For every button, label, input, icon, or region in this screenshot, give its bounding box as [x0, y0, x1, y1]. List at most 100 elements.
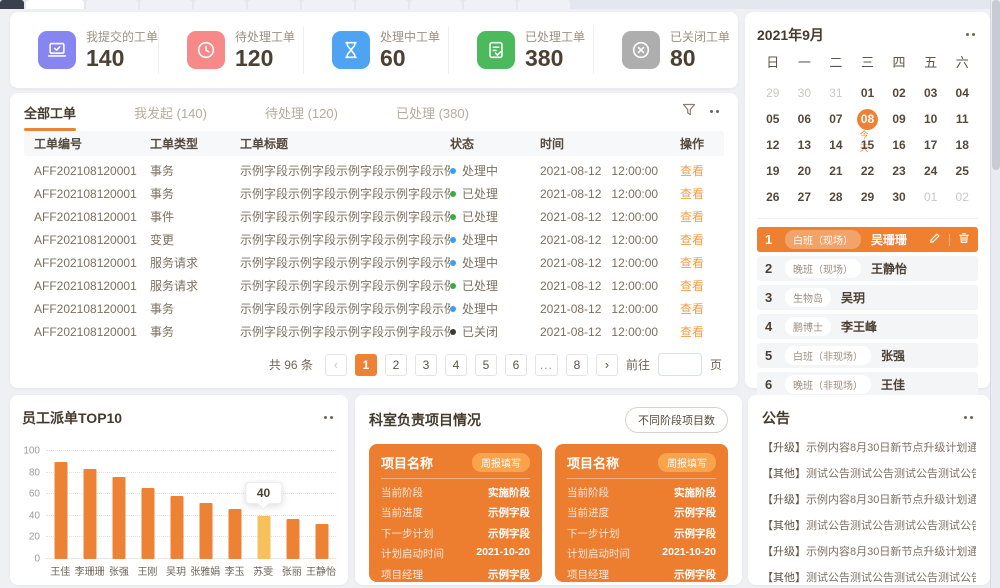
tab-全部工单[interactable]: 全部工单 [24, 93, 76, 131]
roster-row[interactable]: 6晚班（非现场）王佳 [757, 372, 978, 397]
calendar-day[interactable]: 13 [789, 132, 821, 158]
bar[interactable] [257, 516, 270, 559]
page-button-3[interactable]: 3 [415, 354, 437, 376]
calendar-day[interactable]: 24 [915, 158, 947, 184]
calendar-day[interactable]: 08今天 [852, 106, 884, 132]
weekly-report-badge[interactable]: 周报填写 [472, 453, 530, 472]
goto-page-input[interactable] [658, 353, 702, 376]
roster-row[interactable]: 2晚班（现场）王静怡 [757, 256, 978, 281]
page-button-4[interactable]: 4 [445, 354, 467, 376]
calendar-day[interactable]: 02 [883, 80, 915, 106]
weekly-report-badge[interactable]: 周报填写 [658, 453, 716, 472]
calendar-day[interactable]: 11 [946, 106, 978, 132]
view-link[interactable]: 查看 [680, 277, 704, 294]
tab-待处理 (120)[interactable]: 待处理 (120) [265, 93, 338, 131]
page-button-1[interactable]: 1 [355, 354, 377, 376]
page-button-8[interactable]: 8 [566, 354, 588, 376]
view-link[interactable]: 查看 [680, 323, 704, 340]
calendar-day[interactable]: 23 [883, 158, 915, 184]
view-link[interactable]: 查看 [680, 185, 704, 202]
more-icon[interactable] [966, 33, 978, 37]
view-link[interactable]: 查看 [680, 162, 704, 179]
project-card[interactable]: 项目名称周报填写当前阶段实施阶段当前进度示例字段下一步计划示例字段计划启动时间2… [369, 444, 542, 582]
calendar-day[interactable]: 10 [915, 106, 947, 132]
tab-已处理 (380)[interactable]: 已处理 (380) [396, 93, 469, 131]
calendar-day[interactable]: 12 [757, 132, 789, 158]
view-link[interactable]: 查看 [680, 208, 704, 225]
more-icon[interactable] [964, 416, 976, 420]
tab-我发起 (140)[interactable]: 我发起 (140) [134, 93, 207, 131]
calendar-day[interactable]: 07 [820, 106, 852, 132]
calendar-day[interactable]: 05 [757, 106, 789, 132]
calendar-day[interactable]: 17 [915, 132, 947, 158]
calendar-day[interactable]: 15 [852, 132, 884, 158]
bar[interactable] [170, 496, 183, 559]
tab-strip-block[interactable] [86, 0, 138, 9]
tab-strip-block[interactable] [248, 0, 300, 9]
tab-strip-block[interactable] [26, 0, 84, 9]
calendar-day[interactable]: 09 [883, 106, 915, 132]
calendar-day[interactable]: 06 [789, 106, 821, 132]
calendar-day[interactable]: 02 [946, 184, 978, 210]
edit-icon[interactable] [929, 231, 941, 249]
calendar-day[interactable]: 22 [852, 158, 884, 184]
announcement-item[interactable]: 【其他】测试公告测试公告测试公告测试公告测试公告 [762, 565, 976, 588]
calendar-day[interactable]: 16 [883, 132, 915, 158]
page-button-6[interactable]: 6 [505, 354, 527, 376]
stat-card[interactable]: 我提交的工单140 [10, 26, 159, 74]
page-button-2[interactable]: 2 [385, 354, 407, 376]
bar[interactable] [199, 503, 212, 559]
page-button-...[interactable]: ... [535, 354, 558, 376]
view-link[interactable]: 查看 [680, 300, 704, 317]
stat-card[interactable]: 处理中工单60 [304, 26, 449, 74]
prev-page-icon[interactable]: ‹ [325, 354, 347, 376]
announcement-item[interactable]: 【其他】测试公告测试公告测试公告测试公告测试公告 [762, 461, 976, 487]
bar[interactable] [83, 469, 96, 559]
calendar-day[interactable]: 04 [946, 80, 978, 106]
more-icon[interactable] [324, 416, 336, 420]
calendar-day[interactable]: 18 [946, 132, 978, 158]
calendar-day[interactable]: 20 [789, 158, 821, 184]
bar[interactable] [54, 462, 67, 559]
announcement-item[interactable]: 【升级】示例内容8月30日新节点升级计划通知 [762, 435, 976, 461]
stat-card[interactable]: 已处理工单380 [449, 26, 594, 74]
roster-row[interactable]: 5白班（非现场）张强 [757, 343, 978, 368]
calendar-day[interactable]: 19 [757, 158, 789, 184]
calendar-day[interactable]: 28 [820, 184, 852, 210]
project-card[interactable]: 项目名称周报填写当前阶段实施阶段当前进度示例字段下一步计划示例字段计划启动时间2… [555, 444, 728, 582]
calendar-day[interactable]: 01 [852, 80, 884, 106]
bar[interactable] [141, 488, 154, 559]
scrollbar[interactable] [990, 0, 1000, 588]
calendar-day[interactable]: 21 [820, 158, 852, 184]
calendar-day[interactable]: 14 [820, 132, 852, 158]
tab-strip-block[interactable] [140, 0, 192, 9]
calendar-day[interactable]: 27 [789, 184, 821, 210]
delete-icon[interactable] [958, 231, 970, 249]
calendar-day[interactable]: 01 [915, 184, 947, 210]
roster-row[interactable]: 3生物岛吴玥 [757, 285, 978, 310]
bar[interactable] [112, 477, 125, 559]
calendar-day[interactable]: 29 [757, 80, 789, 106]
stage-filter-button[interactable]: 不同阶段项目数 [625, 407, 728, 433]
view-link[interactable]: 查看 [680, 254, 704, 271]
calendar-day[interactable]: 25 [946, 158, 978, 184]
tab-strip-block[interactable] [194, 0, 246, 9]
roster-row[interactable]: 1白班（现场）吴珊珊 [757, 227, 978, 252]
tab-strip-block[interactable] [464, 0, 516, 9]
stat-card[interactable]: 待处理工单120 [159, 26, 304, 74]
next-page-icon[interactable]: › [596, 354, 618, 376]
bar[interactable] [286, 519, 299, 559]
more-icon[interactable] [710, 110, 722, 114]
page-button-5[interactable]: 5 [475, 354, 497, 376]
funnel-icon[interactable] [682, 103, 696, 122]
bar[interactable] [228, 509, 241, 559]
calendar-day[interactable]: 30 [789, 80, 821, 106]
roster-row[interactable]: 4鹏博士李王峰 [757, 314, 978, 339]
tab-strip-block[interactable] [518, 0, 570, 9]
tab-strip-block[interactable] [410, 0, 462, 9]
announcement-item[interactable]: 【升级】示例内容8月30日新节点升级计划通知 [762, 487, 976, 513]
announcement-item[interactable]: 【其他】测试公告测试公告测试公告测试公告测试公告 [762, 513, 976, 539]
announcement-item[interactable]: 【升级】示例内容8月30日新节点升级计划通知 [762, 539, 976, 565]
tab-strip-block[interactable] [0, 0, 24, 9]
bar[interactable] [315, 524, 328, 559]
